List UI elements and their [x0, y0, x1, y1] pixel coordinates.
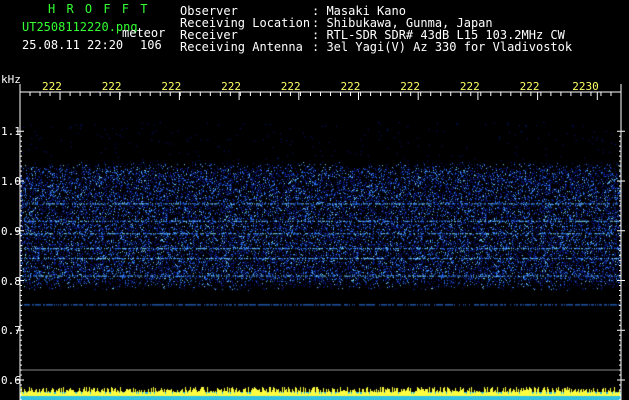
x-tick-label: 222	[221, 80, 241, 93]
spectrogram-noise	[0, 0, 629, 400]
x-tick-label: 222	[519, 80, 540, 93]
y-tick-label: 0.6	[1, 374, 21, 387]
datetime-label: 25.08.11 22:20	[22, 38, 124, 52]
y-tick-label: 1.1	[1, 125, 21, 139]
x-tick-label: 222	[42, 80, 62, 93]
x-tick-label: 222	[340, 80, 361, 93]
app-title: H R O F F T	[48, 2, 150, 16]
x-tick-label: 222	[400, 80, 421, 93]
field-antenna-label: Receiving Antenna	[180, 40, 303, 54]
y-tick-label: 0.8	[1, 274, 21, 288]
y-tick-label: 1.0	[1, 175, 21, 188]
x-tick-label: 222	[280, 80, 301, 93]
spectrogram	[0, 0, 629, 400]
y-axis-label: kHz	[1, 73, 21, 86]
count-label: 106	[140, 38, 162, 52]
y-tick-label: 0.7	[1, 324, 21, 338]
y-tick-label: 0.9	[1, 224, 21, 238]
field-antenna-value: : 3el Yagi(V) Az 330 for Vladivostok	[312, 40, 573, 54]
filename-label: UT2508112220.png	[22, 20, 138, 34]
spectrogram-image	[0, 0, 629, 400]
x-tick-label: 222	[101, 80, 122, 93]
x-tick-label: 222	[459, 80, 480, 93]
x-tick-label: 222	[161, 80, 182, 93]
x-tick-label: 2230	[572, 80, 599, 93]
